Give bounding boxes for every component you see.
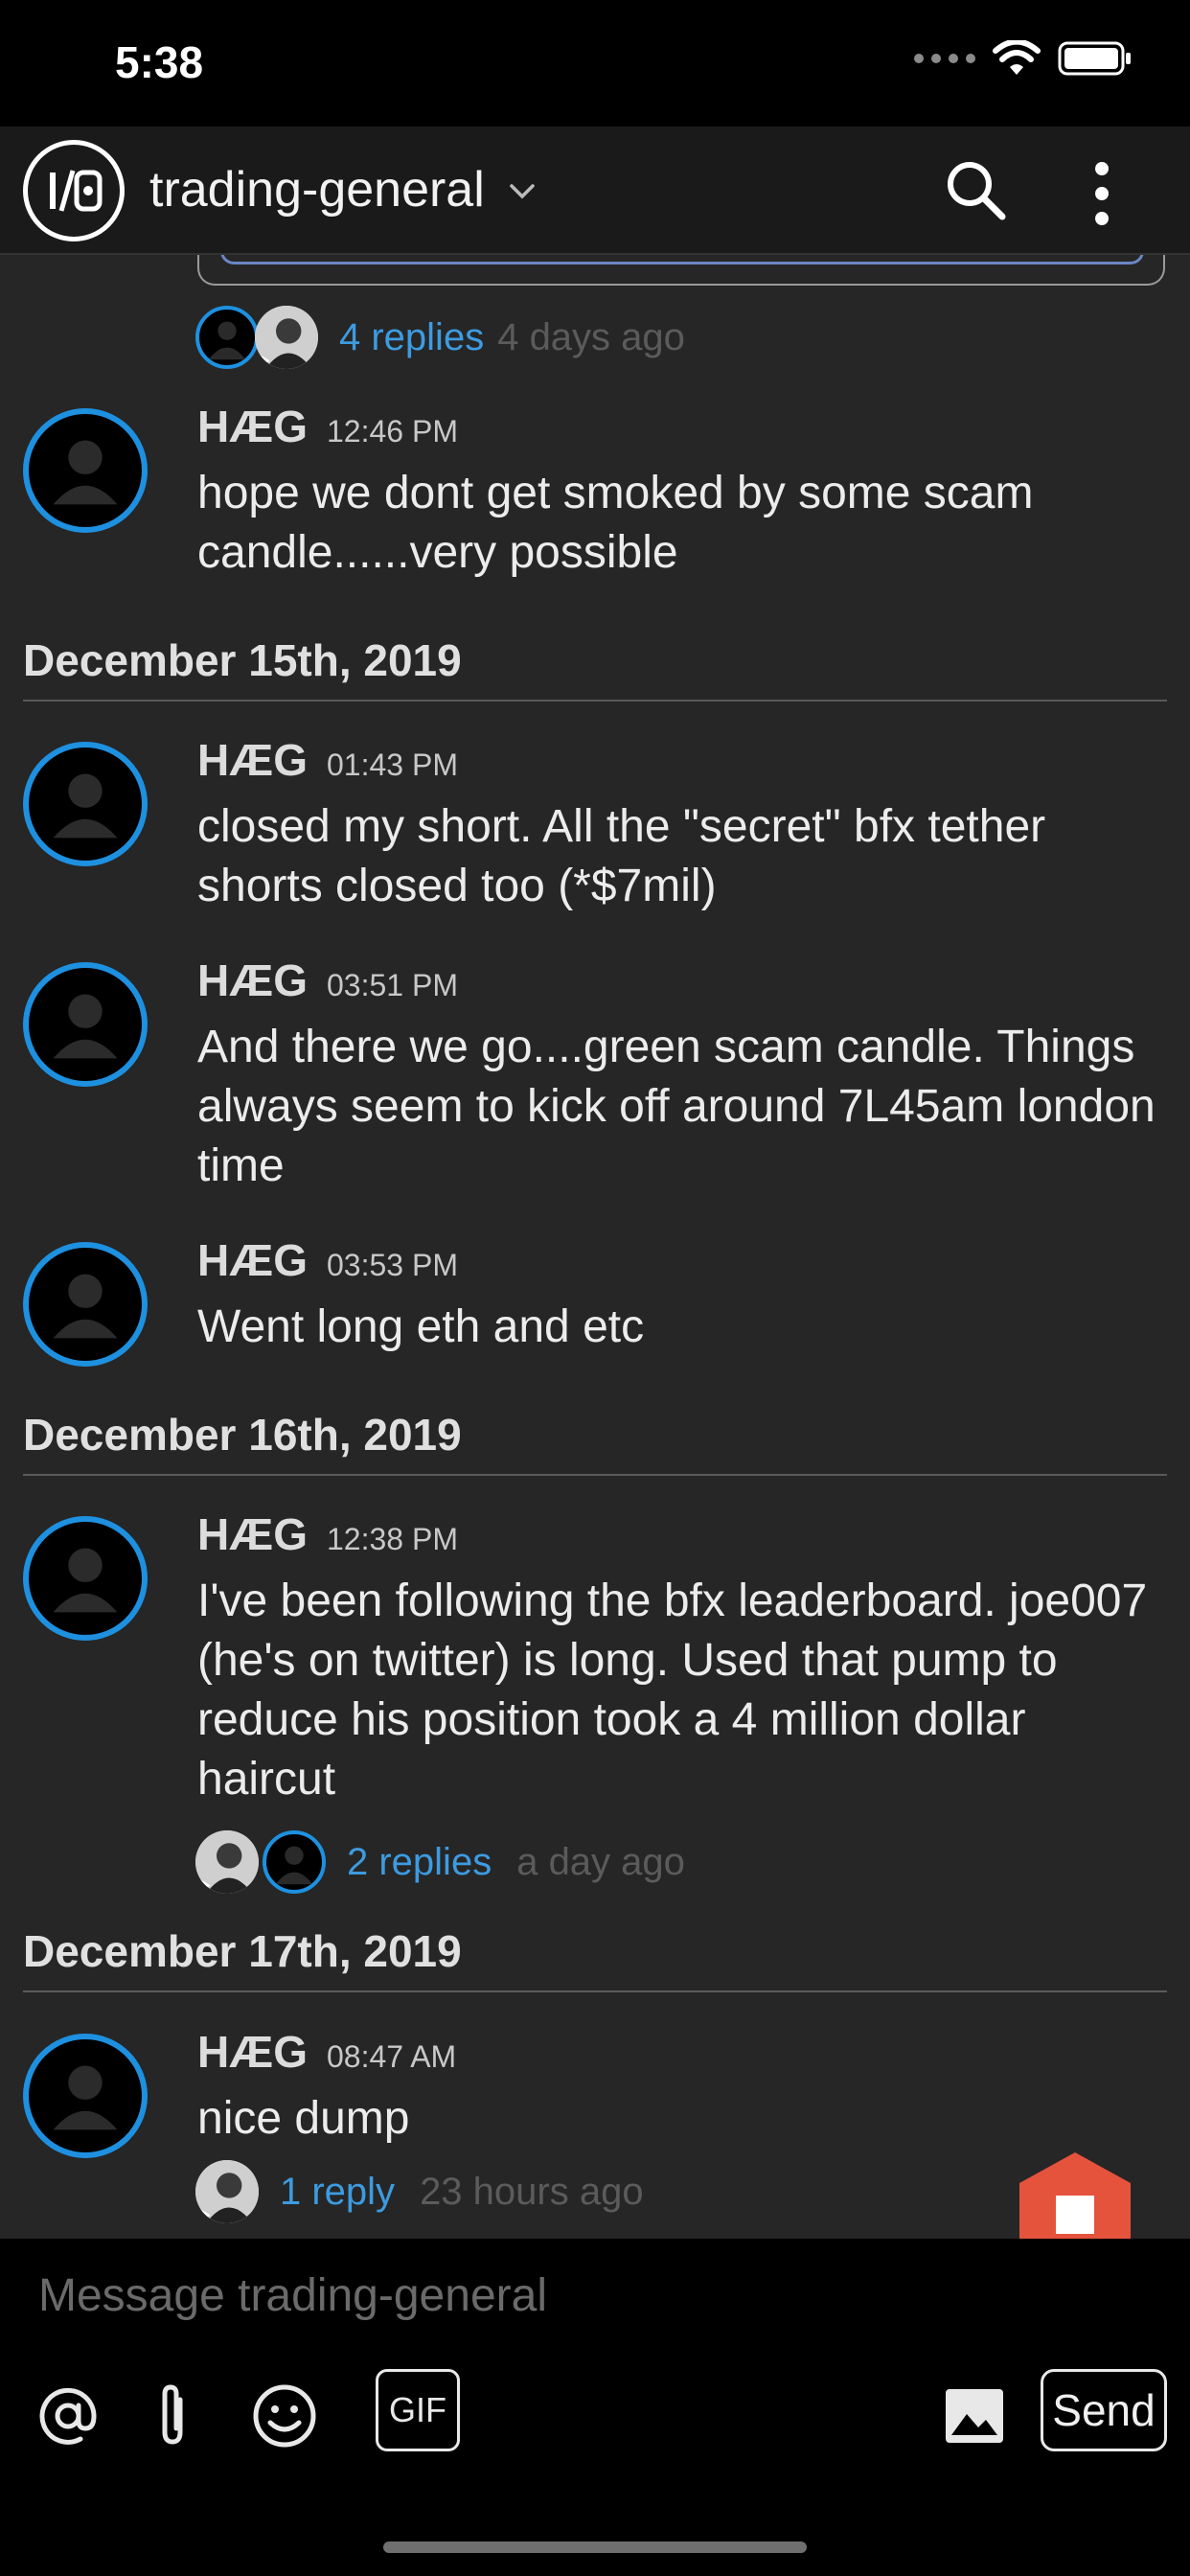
avatar[interactable] (23, 1516, 148, 1641)
message-time: 08:47 AM (327, 2039, 457, 2074)
message-text: I've been following the bfx leaderboard.… (197, 1576, 1148, 1805)
message-input[interactable] (38, 2262, 1150, 2329)
at-sign-icon (39, 2387, 97, 2445)
thread-summary[interactable]: 4 replies 4 days ago (195, 304, 685, 371)
io-logo-icon (50, 170, 103, 212)
status-bar: 5:38 (0, 0, 1190, 126)
status-time: 5:38 (115, 37, 204, 87)
thread-summary[interactable]: 2 replies a day ago (195, 1828, 685, 1896)
channel-header: trading-general (0, 126, 1190, 255)
thread-replies-link[interactable]: 2 replies (347, 1841, 492, 1884)
channel-name[interactable]: trading-general (149, 161, 485, 218)
message-time: 12:38 PM (327, 1522, 458, 1556)
avatar[interactable] (23, 2034, 148, 2158)
avatar (263, 1830, 326, 1894)
wifi-icon (993, 40, 1041, 75)
avatar (195, 306, 259, 369)
message-text: And there we go....green scam candle. Th… (197, 1022, 1156, 1191)
message-author[interactable]: HÆG 12:46 PM (197, 401, 458, 452)
message-author[interactable]: HÆG 08:47 AM (197, 2026, 456, 2078)
message-text: closed my short. All the "secret" bfx te… (197, 801, 1046, 911)
user-icon (53, 994, 118, 1059)
avatar (195, 2160, 259, 2223)
send-button[interactable]: Send (1041, 2369, 1167, 2451)
emoji-button[interactable] (241, 2373, 328, 2459)
user-icon (53, 1274, 118, 1339)
workspace-logo[interactable] (23, 140, 125, 242)
more-options-icon[interactable] (1083, 159, 1121, 228)
avatar[interactable] (23, 742, 148, 866)
signal-icon (914, 54, 975, 63)
avatar (255, 306, 318, 369)
image-button[interactable] (931, 2373, 1018, 2459)
status-icons (914, 40, 1133, 77)
avatar[interactable] (23, 962, 148, 1087)
date-label: December 17th, 2019 (23, 1926, 462, 1976)
user-icon (53, 440, 118, 505)
battery-icon (1058, 41, 1131, 76)
message-author[interactable]: HÆG 12:38 PM (197, 1508, 458, 1560)
user-icon (53, 2065, 118, 2130)
message-text: hope we dont get smoked by some scam can… (197, 468, 1034, 578)
thread-replies-link[interactable]: 4 replies (339, 316, 484, 359)
message-author[interactable]: HÆG 03:53 PM (197, 1234, 458, 1286)
date-label: December 15th, 2019 (23, 635, 462, 685)
mention-button[interactable] (25, 2373, 111, 2459)
previous-attachment-inner (220, 255, 1144, 264)
date-separator: December 17th, 2019 (23, 1925, 1167, 1992)
avatar[interactable] (23, 408, 148, 533)
stop-icon (1056, 2196, 1094, 2234)
message-author[interactable]: HÆG 03:51 PM (197, 954, 458, 1006)
message-composer: GIF Send (0, 2239, 1190, 2576)
thread-avatars (195, 306, 318, 369)
user-icon (53, 1548, 118, 1613)
message-text: Went long eth and etc (197, 1301, 645, 1352)
message-list[interactable]: 4 replies 4 days ago HÆG 12:46 PM hope we… (0, 255, 1190, 2239)
avatar (195, 1830, 259, 1894)
search-icon[interactable] (941, 155, 1010, 224)
thread-summary[interactable]: 1 reply 23 hours ago (195, 2158, 644, 2225)
image-icon (946, 2389, 1003, 2443)
date-separator: December 15th, 2019 (23, 634, 1167, 702)
thread-time: a day ago (516, 1840, 685, 1883)
thread-replies-link[interactable]: 1 reply (280, 2171, 395, 2214)
chevron-down-icon[interactable] (508, 176, 537, 205)
message-time: 01:43 PM (327, 748, 458, 782)
message-time: 03:53 PM (327, 1248, 458, 1282)
date-separator: December 16th, 2019 (23, 1409, 1167, 1476)
date-label: December 16th, 2019 (23, 1410, 462, 1460)
thread-time: 4 days ago (497, 315, 685, 358)
user-icon (53, 773, 118, 839)
thread-avatars (195, 2160, 259, 2223)
gif-button[interactable]: GIF (376, 2369, 460, 2451)
message-time: 12:46 PM (327, 414, 458, 448)
home-indicator (383, 2542, 807, 2553)
message-time: 03:51 PM (327, 968, 458, 1002)
paperclip-icon (162, 2384, 183, 2445)
message-author[interactable]: HÆG 01:43 PM (197, 734, 458, 786)
thread-time: 23 hours ago (420, 2170, 644, 2213)
message-text: nice dump (197, 2093, 410, 2144)
avatar[interactable] (23, 1242, 148, 1367)
smiley-icon (253, 2384, 316, 2448)
attach-button[interactable] (130, 2373, 217, 2459)
thread-avatars (195, 1830, 326, 1894)
